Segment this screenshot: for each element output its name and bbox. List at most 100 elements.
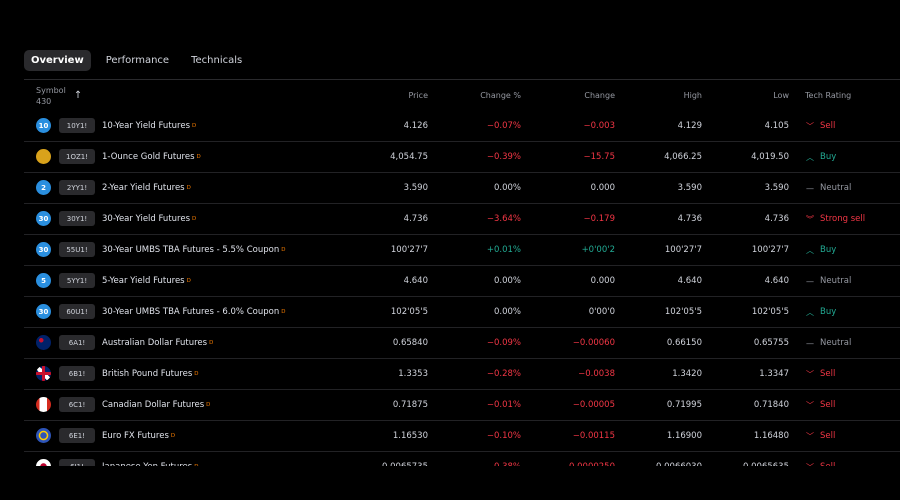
rating-label: Sell xyxy=(820,369,836,379)
symbol-badge[interactable]: 1OZ1! xyxy=(59,149,95,164)
symbol-badge[interactable]: 6C1! xyxy=(59,397,95,412)
change-pct-cell: −3.64% xyxy=(486,214,521,224)
table-row[interactable]: 30 60U1! 30-Year UMBS TBA Futures - 6.0%… xyxy=(24,297,900,328)
rating-label: Sell xyxy=(820,462,835,466)
table-row[interactable]: 6C1! Canadian Dollar Futures D 0.71875 −0… xyxy=(24,390,900,421)
rating-label: Neutral xyxy=(820,276,852,286)
change-pct-cell: 0.00% xyxy=(493,276,521,286)
uk-flag-icon xyxy=(36,366,51,381)
high-cell: 4.129 xyxy=(677,121,702,131)
symbol-badge[interactable]: 55U1! xyxy=(59,242,95,257)
rating-label: Strong sell xyxy=(820,214,866,224)
column-change-pct[interactable]: Change % xyxy=(480,80,521,111)
low-cell: 0.71840 xyxy=(753,400,789,410)
instrument-name[interactable]: Canadian Dollar Futures D xyxy=(102,390,210,420)
table-row[interactable]: 30 30Y1! 30-Year Yield Futures D 4.736 −3… xyxy=(24,204,900,235)
low-cell: 4,019.50 xyxy=(751,152,789,162)
tech-rating-cell: ︿ Buy xyxy=(806,235,836,265)
symbol-badge[interactable]: 60U1! xyxy=(59,304,95,319)
change-cell: −0.003 xyxy=(583,121,615,131)
tech-rating-cell: ︿ Buy xyxy=(806,297,836,327)
instrument-name-label: 30-Year Yield Futures xyxy=(102,214,191,224)
instrument-name[interactable]: 30-Year Yield Futures D xyxy=(102,204,196,234)
tech-rating-cell: — Neutral xyxy=(806,266,851,296)
price-cell: 0.65840 xyxy=(392,338,428,348)
instrument-name[interactable]: 5-Year Yield Futures D xyxy=(102,266,191,296)
price-cell: 0.71875 xyxy=(392,400,428,410)
change-cell: −0.00005 xyxy=(572,400,615,410)
instrument-name[interactable]: Japanese Yen FuturesD xyxy=(102,452,198,466)
column-price[interactable]: Price xyxy=(408,80,428,111)
change-cell: −15.75 xyxy=(583,152,615,162)
high-cell: 0.0066030 xyxy=(656,452,702,466)
instrument-name[interactable]: 10-Year Yield Futures D xyxy=(102,111,196,141)
table-row[interactable]: 2 2YY1! 2-Year Yield Futures D 3.590 0.00… xyxy=(24,173,900,204)
instrument-name[interactable]: 30-Year UMBS TBA Futures - 6.0% Coupon D xyxy=(102,297,285,327)
rating-dash-icon: — xyxy=(806,183,814,193)
instrument-name[interactable]: 1-Ounce Gold Futures D xyxy=(102,142,201,172)
instrument-name-label: 30-Year UMBS TBA Futures - 5.5% Coupon xyxy=(102,245,280,255)
symbol-badge[interactable]: 6J1! xyxy=(59,459,95,466)
symbol-badge[interactable]: 5YY1! xyxy=(59,273,95,288)
low-cell: 3.590 xyxy=(764,183,789,193)
rating-chevron-down-icon: ︾ xyxy=(806,214,814,224)
table-row[interactable]: 6E1! Euro FX Futures D 1.16530 −0.10% −0.… xyxy=(24,421,900,452)
change-pct-cell: 0.00% xyxy=(493,183,521,193)
tech-rating-cell: — Neutral xyxy=(806,328,851,358)
tab-performance[interactable]: Performance xyxy=(99,50,176,71)
symbol-badge[interactable]: 6B1! xyxy=(59,366,95,381)
table-row[interactable]: 10 10Y1! 10-Year Yield Futures D 4.126 −0… xyxy=(24,111,900,142)
change-cell: −0.0000250 xyxy=(562,452,615,466)
symbol-badge[interactable]: 10Y1! xyxy=(59,118,95,133)
column-symbol[interactable]: Symbol 430 ↑ xyxy=(36,80,82,111)
change-pct-cell: −0.39% xyxy=(486,152,521,162)
instrument-name[interactable]: Australian Dollar Futures D xyxy=(102,328,213,358)
table-row[interactable]: 6J1! Japanese Yen FuturesD 0.0065735 −0.… xyxy=(24,452,900,466)
rating-chevron-up-icon: ︿ xyxy=(806,152,814,162)
instrument-name[interactable]: British Pound Futures D xyxy=(102,359,199,389)
high-cell: 1.3420 xyxy=(672,369,702,379)
tech-rating-cell: ﹀ Sell xyxy=(806,452,835,466)
tech-rating-cell: ﹀ Sell xyxy=(806,111,835,141)
symbol-badge[interactable]: 30Y1! xyxy=(59,211,95,226)
change-pct-cell: −0.28% xyxy=(486,369,521,379)
column-low[interactable]: Low xyxy=(773,80,789,111)
symbol-badge[interactable]: 6E1! xyxy=(59,428,95,443)
table-row[interactable]: 6B1! British Pound Futures D 1.3353 −0.28… xyxy=(24,359,900,390)
rating-chevron-down-icon: ﹀ xyxy=(806,431,814,441)
change-cell: −0.00060 xyxy=(572,338,615,348)
table-row[interactable]: 1OZ1! 1-Ounce Gold Futures D 4,054.75 −0.… xyxy=(24,142,900,173)
instrument-name[interactable]: 30-Year UMBS TBA Futures - 5.5% Coupon D xyxy=(102,235,285,265)
arrow-up-icon[interactable]: ↑ xyxy=(74,90,82,101)
symbol-badge[interactable]: 2YY1! xyxy=(59,180,95,195)
instrument-name[interactable]: 2-Year Yield Futures D xyxy=(102,173,191,203)
rating-label: Sell xyxy=(820,400,836,410)
tech-rating-cell: ︿ Buy xyxy=(806,142,836,172)
price-cell: 4.640 xyxy=(403,276,428,286)
rating-label: Neutral xyxy=(820,183,852,193)
tab-overview[interactable]: Overview xyxy=(24,50,91,71)
japan-flag-icon xyxy=(36,459,51,466)
column-tech-rating[interactable]: Tech Rating xyxy=(805,80,851,111)
table-row[interactable]: 30 55U1! 30-Year UMBS TBA Futures - 5.5%… xyxy=(24,235,900,266)
instrument-name[interactable]: Euro FX Futures D xyxy=(102,421,175,451)
tech-rating-cell: ﹀ Sell xyxy=(806,359,835,389)
change-cell: 0'00'0 xyxy=(588,307,615,317)
table-row[interactable]: 6A1! Australian Dollar Futures D 0.65840 … xyxy=(24,328,900,359)
low-cell: 4.736 xyxy=(764,214,789,224)
symbol-header-label: Symbol xyxy=(36,85,66,95)
tab-technicals[interactable]: Technicals xyxy=(184,50,249,71)
table-row[interactable]: 5 5YY1! 5-Year Yield Futures D 4.640 0.00… xyxy=(24,266,900,297)
column-change[interactable]: Change xyxy=(584,80,615,111)
delayed-flag: D xyxy=(192,216,197,222)
column-high[interactable]: High xyxy=(684,80,702,111)
blue-circle-icon: 5 xyxy=(36,273,51,288)
eu-flag-icon xyxy=(36,428,51,443)
symbol-badge[interactable]: 6A1! xyxy=(59,335,95,350)
price-cell: 4.736 xyxy=(403,214,428,224)
change-pct-cell: 0.00% xyxy=(493,307,521,317)
price-cell: 4.126 xyxy=(403,121,428,131)
instrument-name-label: Japanese Yen Futures xyxy=(102,462,192,466)
low-cell: 4.640 xyxy=(764,276,789,286)
instrument-name-label: 10-Year Yield Futures xyxy=(102,121,191,131)
